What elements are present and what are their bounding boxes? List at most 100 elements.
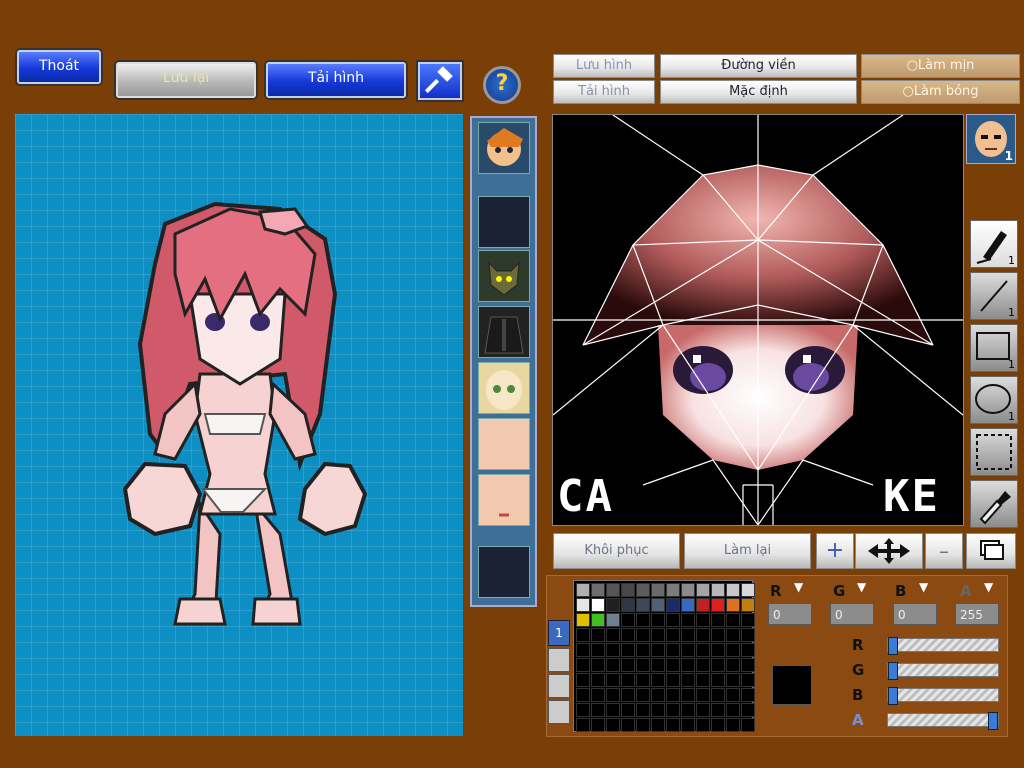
palette-swatch[interactable]: [621, 613, 635, 627]
red-slider[interactable]: [887, 637, 999, 655]
palette-swatch[interactable]: [636, 688, 650, 702]
tool-pen[interactable]: 1: [970, 220, 1018, 268]
palette-swatch[interactable]: [576, 598, 590, 612]
palette-swatch[interactable]: [636, 583, 650, 597]
blue-slider[interactable]: [887, 687, 999, 705]
restore-button[interactable]: Khôi phục: [553, 533, 680, 569]
load-button[interactable]: Tải hình: [266, 62, 406, 98]
palette-swatch[interactable]: [696, 673, 710, 687]
character-preview[interactable]: [15, 114, 463, 736]
redo-button[interactable]: Làm lại: [684, 533, 811, 569]
palette-swatch[interactable]: [726, 628, 740, 642]
palette-swatch[interactable]: [681, 643, 695, 657]
palette-swatch[interactable]: [621, 643, 635, 657]
plus-icon[interactable]: +: [816, 533, 854, 569]
palette-swatch[interactable]: [651, 658, 665, 672]
part-slot-head[interactable]: [478, 122, 530, 174]
red-slider-knob[interactable]: [888, 637, 898, 655]
outline-button[interactable]: Đường viền: [660, 54, 857, 78]
palette-swatch[interactable]: [576, 613, 590, 627]
palette-swatch[interactable]: [726, 613, 740, 627]
palette-swatch[interactable]: [606, 598, 620, 612]
palette-swatch[interactable]: [621, 688, 635, 702]
palette-page-tab-2[interactable]: [548, 648, 570, 672]
green-slider[interactable]: [887, 662, 999, 680]
part-slot-mask[interactable]: [478, 250, 530, 302]
palette-swatch[interactable]: [696, 658, 710, 672]
palette-swatch[interactable]: [606, 628, 620, 642]
palette-swatch[interactable]: [666, 688, 680, 702]
palette-swatch[interactable]: [726, 598, 740, 612]
palette-swatch[interactable]: [621, 703, 635, 717]
palette-swatch[interactable]: [726, 643, 740, 657]
palette-swatch[interactable]: [741, 613, 755, 627]
palette-swatch[interactable]: [576, 643, 590, 657]
palette-swatch[interactable]: [591, 583, 605, 597]
palette-swatch[interactable]: [651, 628, 665, 642]
palette-swatch[interactable]: [576, 688, 590, 702]
palette-swatch[interactable]: [576, 703, 590, 717]
palette-swatch[interactable]: [741, 643, 755, 657]
load-image-button[interactable]: Tải hình: [553, 80, 655, 104]
green-slider-knob[interactable]: [888, 662, 898, 680]
palette-swatch[interactable]: [726, 718, 740, 732]
palette-swatch[interactable]: [606, 718, 620, 732]
palette-swatch[interactable]: [711, 658, 725, 672]
palette-swatch[interactable]: [726, 673, 740, 687]
palette-swatch[interactable]: [591, 688, 605, 702]
palette-swatch[interactable]: [711, 598, 725, 612]
palette-swatch[interactable]: [681, 703, 695, 717]
alpha-value-field[interactable]: 255: [955, 603, 999, 625]
green-dropdown-icon[interactable]: ▼: [857, 580, 866, 594]
palette-swatch[interactable]: [621, 598, 635, 612]
palette-swatch[interactable]: [741, 688, 755, 702]
alpha-slider[interactable]: [887, 712, 999, 730]
tool-select[interactable]: [970, 428, 1018, 476]
alpha-dropdown-icon[interactable]: ▼: [984, 580, 993, 594]
palette-swatch[interactable]: [696, 598, 710, 612]
palette-swatch[interactable]: [726, 583, 740, 597]
palette-swatch[interactable]: [636, 613, 650, 627]
palette-swatch[interactable]: [636, 703, 650, 717]
palette-swatch[interactable]: [636, 598, 650, 612]
palette-swatch[interactable]: [606, 658, 620, 672]
part-slot-jacket[interactable]: [478, 306, 530, 358]
palette-swatch[interactable]: [606, 703, 620, 717]
palette-swatch[interactable]: [606, 688, 620, 702]
palette-swatch[interactable]: [591, 658, 605, 672]
minus-icon[interactable]: –: [925, 533, 963, 569]
palette-swatch[interactable]: [651, 643, 665, 657]
palette-swatch[interactable]: [591, 613, 605, 627]
palette-swatch[interactable]: [636, 628, 650, 642]
palette-swatch[interactable]: [696, 628, 710, 642]
tool-ellipse[interactable]: 1: [970, 376, 1018, 424]
blue-slider-knob[interactable]: [888, 687, 898, 705]
part-slot-empty[interactable]: [478, 196, 530, 248]
palette-swatch[interactable]: [606, 583, 620, 597]
palette-swatch[interactable]: [681, 613, 695, 627]
palette-swatch[interactable]: [711, 643, 725, 657]
palette-swatch[interactable]: [711, 688, 725, 702]
palette-swatch[interactable]: [681, 658, 695, 672]
palette-swatch[interactable]: [591, 673, 605, 687]
part-slot-empty-2[interactable]: [478, 546, 530, 598]
palette-swatch[interactable]: [666, 598, 680, 612]
palette-swatch[interactable]: [621, 658, 635, 672]
palette-swatch[interactable]: [591, 643, 605, 657]
palette-swatch[interactable]: [666, 658, 680, 672]
palette-swatch[interactable]: [741, 583, 755, 597]
palette-swatch[interactable]: [576, 583, 590, 597]
palette-swatch[interactable]: [621, 583, 635, 597]
palette-page-tab-3[interactable]: [548, 674, 570, 698]
palette-swatch[interactable]: [681, 583, 695, 597]
palette-swatch[interactable]: [696, 613, 710, 627]
palette-swatch[interactable]: [576, 673, 590, 687]
tool-rectangle[interactable]: 1: [970, 324, 1018, 372]
palette-swatch[interactable]: [726, 703, 740, 717]
hammer-icon[interactable]: [418, 62, 462, 100]
palette-swatch[interactable]: [636, 673, 650, 687]
default-button[interactable]: Mặc định: [660, 80, 857, 104]
palette-swatch[interactable]: [696, 718, 710, 732]
alpha-slider-knob[interactable]: [988, 712, 998, 730]
part-slot-face-2[interactable]: [478, 474, 530, 526]
